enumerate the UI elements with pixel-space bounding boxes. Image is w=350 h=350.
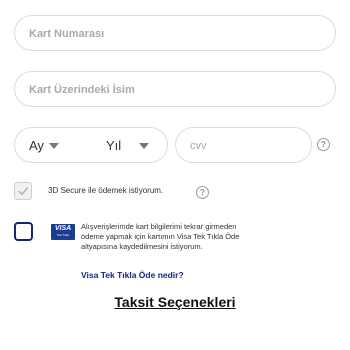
month-select[interactable]: Ay <box>29 128 44 164</box>
visa-logo-text: VISA <box>54 225 72 232</box>
cvv-input[interactable]: cvv <box>175 127 312 163</box>
visa-logo-subtext: Tek Tıkla <box>57 233 69 237</box>
year-chevron-down-icon[interactable] <box>139 143 149 149</box>
secure3d-checkbox[interactable] <box>14 182 32 200</box>
card-number-input[interactable]: Kart Numarası <box>14 15 336 51</box>
checkmark-icon <box>18 187 29 195</box>
month-chevron-down-icon[interactable] <box>49 143 59 149</box>
visa-info-link[interactable]: Visa Tek Tıkla Öde nedir? <box>81 270 184 280</box>
secure3d-help-icon[interactable]: ? <box>196 186 209 199</box>
card-name-input[interactable]: Kart Üzerindeki İsim <box>14 71 336 107</box>
visa-save-description: Alışverişlerimde kart bilgilerimi tekrar… <box>81 222 240 251</box>
visa-logo: VISA Tek Tıkla <box>51 224 75 240</box>
cvv-help-icon[interactable]: ? <box>317 138 330 151</box>
expiry-date-field: Ay Yıl <box>14 127 168 163</box>
cvv-placeholder: cvv <box>190 140 207 152</box>
card-name-placeholder: Kart Üzerindeki İsim <box>29 84 135 96</box>
card-number-placeholder: Kart Numarası <box>29 28 105 40</box>
visa-save-checkbox[interactable] <box>14 222 33 241</box>
installments-title[interactable]: Taksit Seçenekleri <box>0 294 350 310</box>
secure3d-label: 3D Secure ile ödemek istiyorum. <box>48 186 164 195</box>
year-select[interactable]: Yıl <box>106 128 121 164</box>
